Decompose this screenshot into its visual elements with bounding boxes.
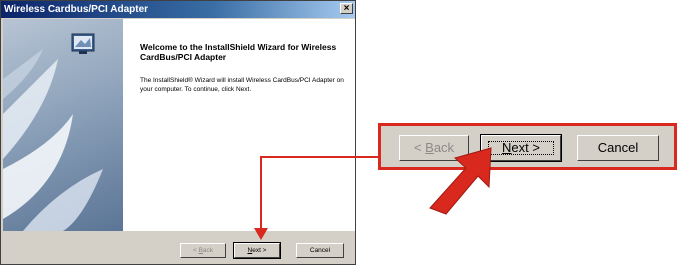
callout-next-rest: ext > [511,140,540,155]
installshield-monitor-icon [71,33,95,54]
close-button[interactable]: × [340,3,353,14]
wizard-banner [3,19,123,231]
zoom-callout: < Back Next > Cancel [378,123,677,170]
callout-back-mnemonic: B [425,140,434,155]
back-rest: ack [202,247,214,254]
next-rest: ext > [252,247,267,254]
wave-graphic [3,49,103,231]
cancel-label: Cancel [309,247,331,254]
callout-cancel-label: Cancel [597,140,639,155]
title-bar[interactable]: Wireless Cardbus/PCI Adapter × [1,1,355,18]
callout-cancel-button[interactable]: Cancel [577,135,659,161]
welcome-body-text: The InstallShield® Wizard will install W… [140,77,344,93]
installer-window: Wireless Cardbus/PCI Adapter × Welcome t… [0,0,356,265]
callout-back-rest: ack [433,140,455,155]
cancel-button[interactable]: Cancel [296,243,344,258]
next-button[interactable]: Next > [233,242,281,259]
callout-next-mnemonic: N [502,140,512,155]
window-title: Wireless Cardbus/PCI Adapter [4,4,149,15]
welcome-pane: Welcome to the InstallShield Wizard for … [123,19,355,231]
welcome-heading: Welcome to the InstallShield Wizard for … [140,42,337,62]
back-button[interactable]: < Back [180,243,226,258]
callout-back-button[interactable]: < Back [399,135,469,161]
callout-next-button[interactable]: Next > [480,134,562,162]
callout-back-prefix: < [413,140,426,155]
close-icon: × [343,3,350,14]
